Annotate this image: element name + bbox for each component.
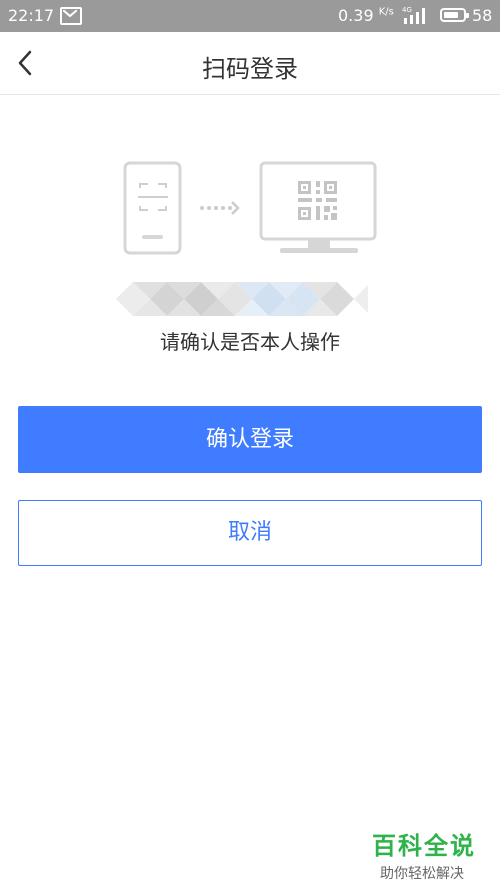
network-speed: 0.39 K/s [338, 6, 394, 25]
signal-icon: 4G [402, 6, 430, 28]
monitor-qr-icon [259, 161, 377, 253]
confirm-hint: 请确认是否本人操作 [160, 330, 340, 354]
masked-account-name [116, 282, 368, 316]
page-title: 扫码登录 [202, 55, 298, 83]
signal-label: 4G [402, 6, 412, 14]
cancel-button[interactable]: 取消 [18, 500, 482, 566]
header: 扫码登录 [0, 32, 500, 95]
watermark-subtitle: 助你轻松解决 [380, 866, 464, 882]
battery-icon [440, 8, 469, 22]
scan-illustration [120, 160, 380, 256]
watermark-title: 百科全说 [372, 832, 476, 860]
battery-level: 58 [472, 6, 493, 25]
status-bar: 22:17 0.39 K/s 4G 58 [0, 0, 500, 32]
dotted-arrow-icon [200, 201, 240, 215]
phone-scanner-icon [123, 161, 182, 255]
status-time: 22:17 [8, 6, 55, 25]
confirm-login-button[interactable]: 确认登录 [18, 406, 482, 473]
message-icon [60, 7, 82, 25]
watermark-logo: 百科全说 助你轻松解决 [372, 826, 492, 883]
network-speed-unit: K/s [378, 6, 394, 18]
